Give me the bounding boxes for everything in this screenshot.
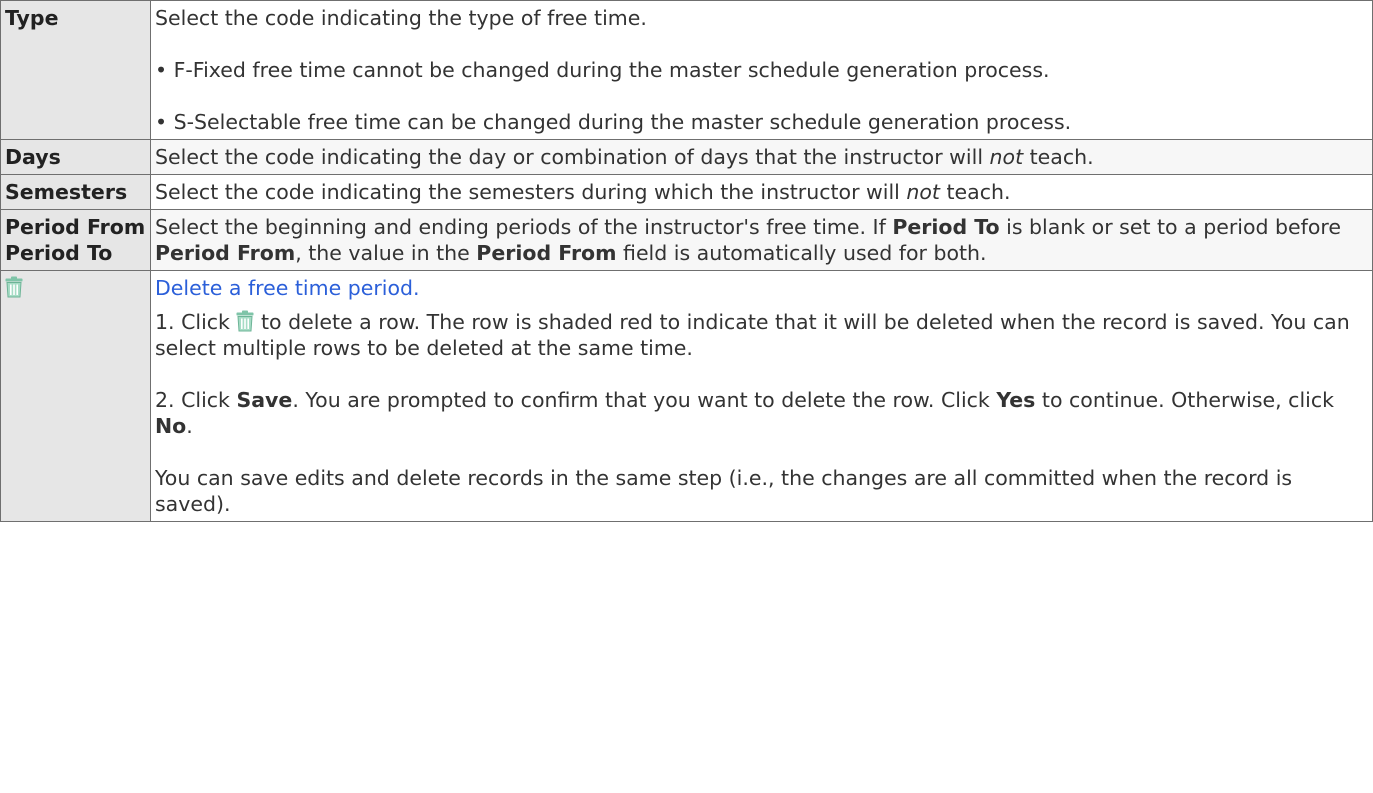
bold-term: Period From bbox=[155, 241, 296, 265]
bold-term: Period To bbox=[892, 215, 1000, 239]
field-label-delete bbox=[0, 270, 151, 522]
delete-link-paragraph: Delete a free time period. bbox=[155, 275, 1368, 301]
row-delete: Delete a free time period. 1. Click to d… bbox=[0, 270, 1373, 522]
text: 1. Click bbox=[155, 310, 237, 334]
type-description: Select the code indicating the type of f… bbox=[155, 6, 647, 30]
text: Select the code indicating the semesters… bbox=[155, 180, 907, 204]
field-desc-semesters: Select the code indicating the semesters… bbox=[150, 174, 1373, 210]
text: Select the beginning and ending periods … bbox=[155, 215, 893, 239]
field-help-table: Type Select the code indicating the type… bbox=[0, 0, 1373, 522]
row-type: Type Select the code indicating the type… bbox=[0, 0, 1373, 140]
field-label-semesters: Semesters bbox=[0, 174, 151, 210]
text: . You are prompted to confirm that you w… bbox=[292, 388, 997, 412]
days-description: Select the code indicating the day or co… bbox=[155, 144, 1368, 170]
field-label-days: Days bbox=[0, 139, 151, 175]
delete-step-1: 1. Click to delete a row. The row is sha… bbox=[155, 309, 1368, 361]
text: to continue. Otherwise, click bbox=[1035, 388, 1334, 412]
text: is blank or set to a period before bbox=[999, 215, 1341, 239]
field-desc-period: Select the beginning and ending periods … bbox=[150, 209, 1373, 271]
text: teach. bbox=[1023, 145, 1094, 169]
text: teach. bbox=[939, 180, 1011, 204]
type-option-fixed: • F-Fixed free time cannot be changed du… bbox=[155, 58, 1050, 82]
field-label-period: Period From Period To bbox=[0, 209, 151, 271]
text: , the value in the bbox=[295, 241, 477, 265]
label-text: Semesters bbox=[5, 180, 128, 204]
row-period: Period From Period To Select the beginni… bbox=[0, 209, 1373, 271]
label-text: Days bbox=[5, 145, 61, 169]
text: to delete a row. The row is shaded red t… bbox=[155, 310, 1350, 360]
trash-icon bbox=[5, 276, 23, 298]
period-description: Select the beginning and ending periods … bbox=[155, 214, 1368, 266]
emphasis: not bbox=[906, 180, 940, 204]
yes-term: Yes bbox=[996, 388, 1036, 412]
text: field is automatically used for both. bbox=[616, 241, 987, 265]
delete-step-2: 2. Click Save. You are prompted to confi… bbox=[155, 387, 1368, 439]
emphasis: not bbox=[989, 145, 1024, 169]
save-term: Save bbox=[236, 388, 293, 412]
text: . bbox=[186, 414, 193, 438]
trash-icon bbox=[236, 310, 254, 332]
semesters-description: Select the code indicating the semesters… bbox=[155, 179, 1368, 205]
delete-note: You can save edits and delete records in… bbox=[155, 466, 1293, 516]
delete-free-time-link[interactable]: Delete a free time period. bbox=[155, 276, 420, 300]
field-desc-delete: Delete a free time period. 1. Click to d… bbox=[150, 270, 1373, 522]
label-period-to: Period To bbox=[5, 241, 113, 265]
field-label-type: Type bbox=[0, 0, 151, 140]
text: Select the code indicating the day or co… bbox=[155, 145, 990, 169]
no-term: No bbox=[155, 414, 187, 438]
type-option-selectable: • S-Selectable free time can be changed … bbox=[155, 110, 1072, 134]
row-semesters: Semesters Select the code indicating the… bbox=[0, 174, 1373, 210]
field-desc-type: Select the code indicating the type of f… bbox=[150, 0, 1373, 140]
label-period-from: Period From bbox=[5, 215, 146, 239]
bold-term: Period From bbox=[476, 241, 617, 265]
field-desc-days: Select the code indicating the day or co… bbox=[150, 139, 1373, 175]
label-text: Type bbox=[5, 6, 59, 30]
row-days: Days Select the code indicating the day … bbox=[0, 139, 1373, 175]
text: 2. Click bbox=[155, 388, 237, 412]
